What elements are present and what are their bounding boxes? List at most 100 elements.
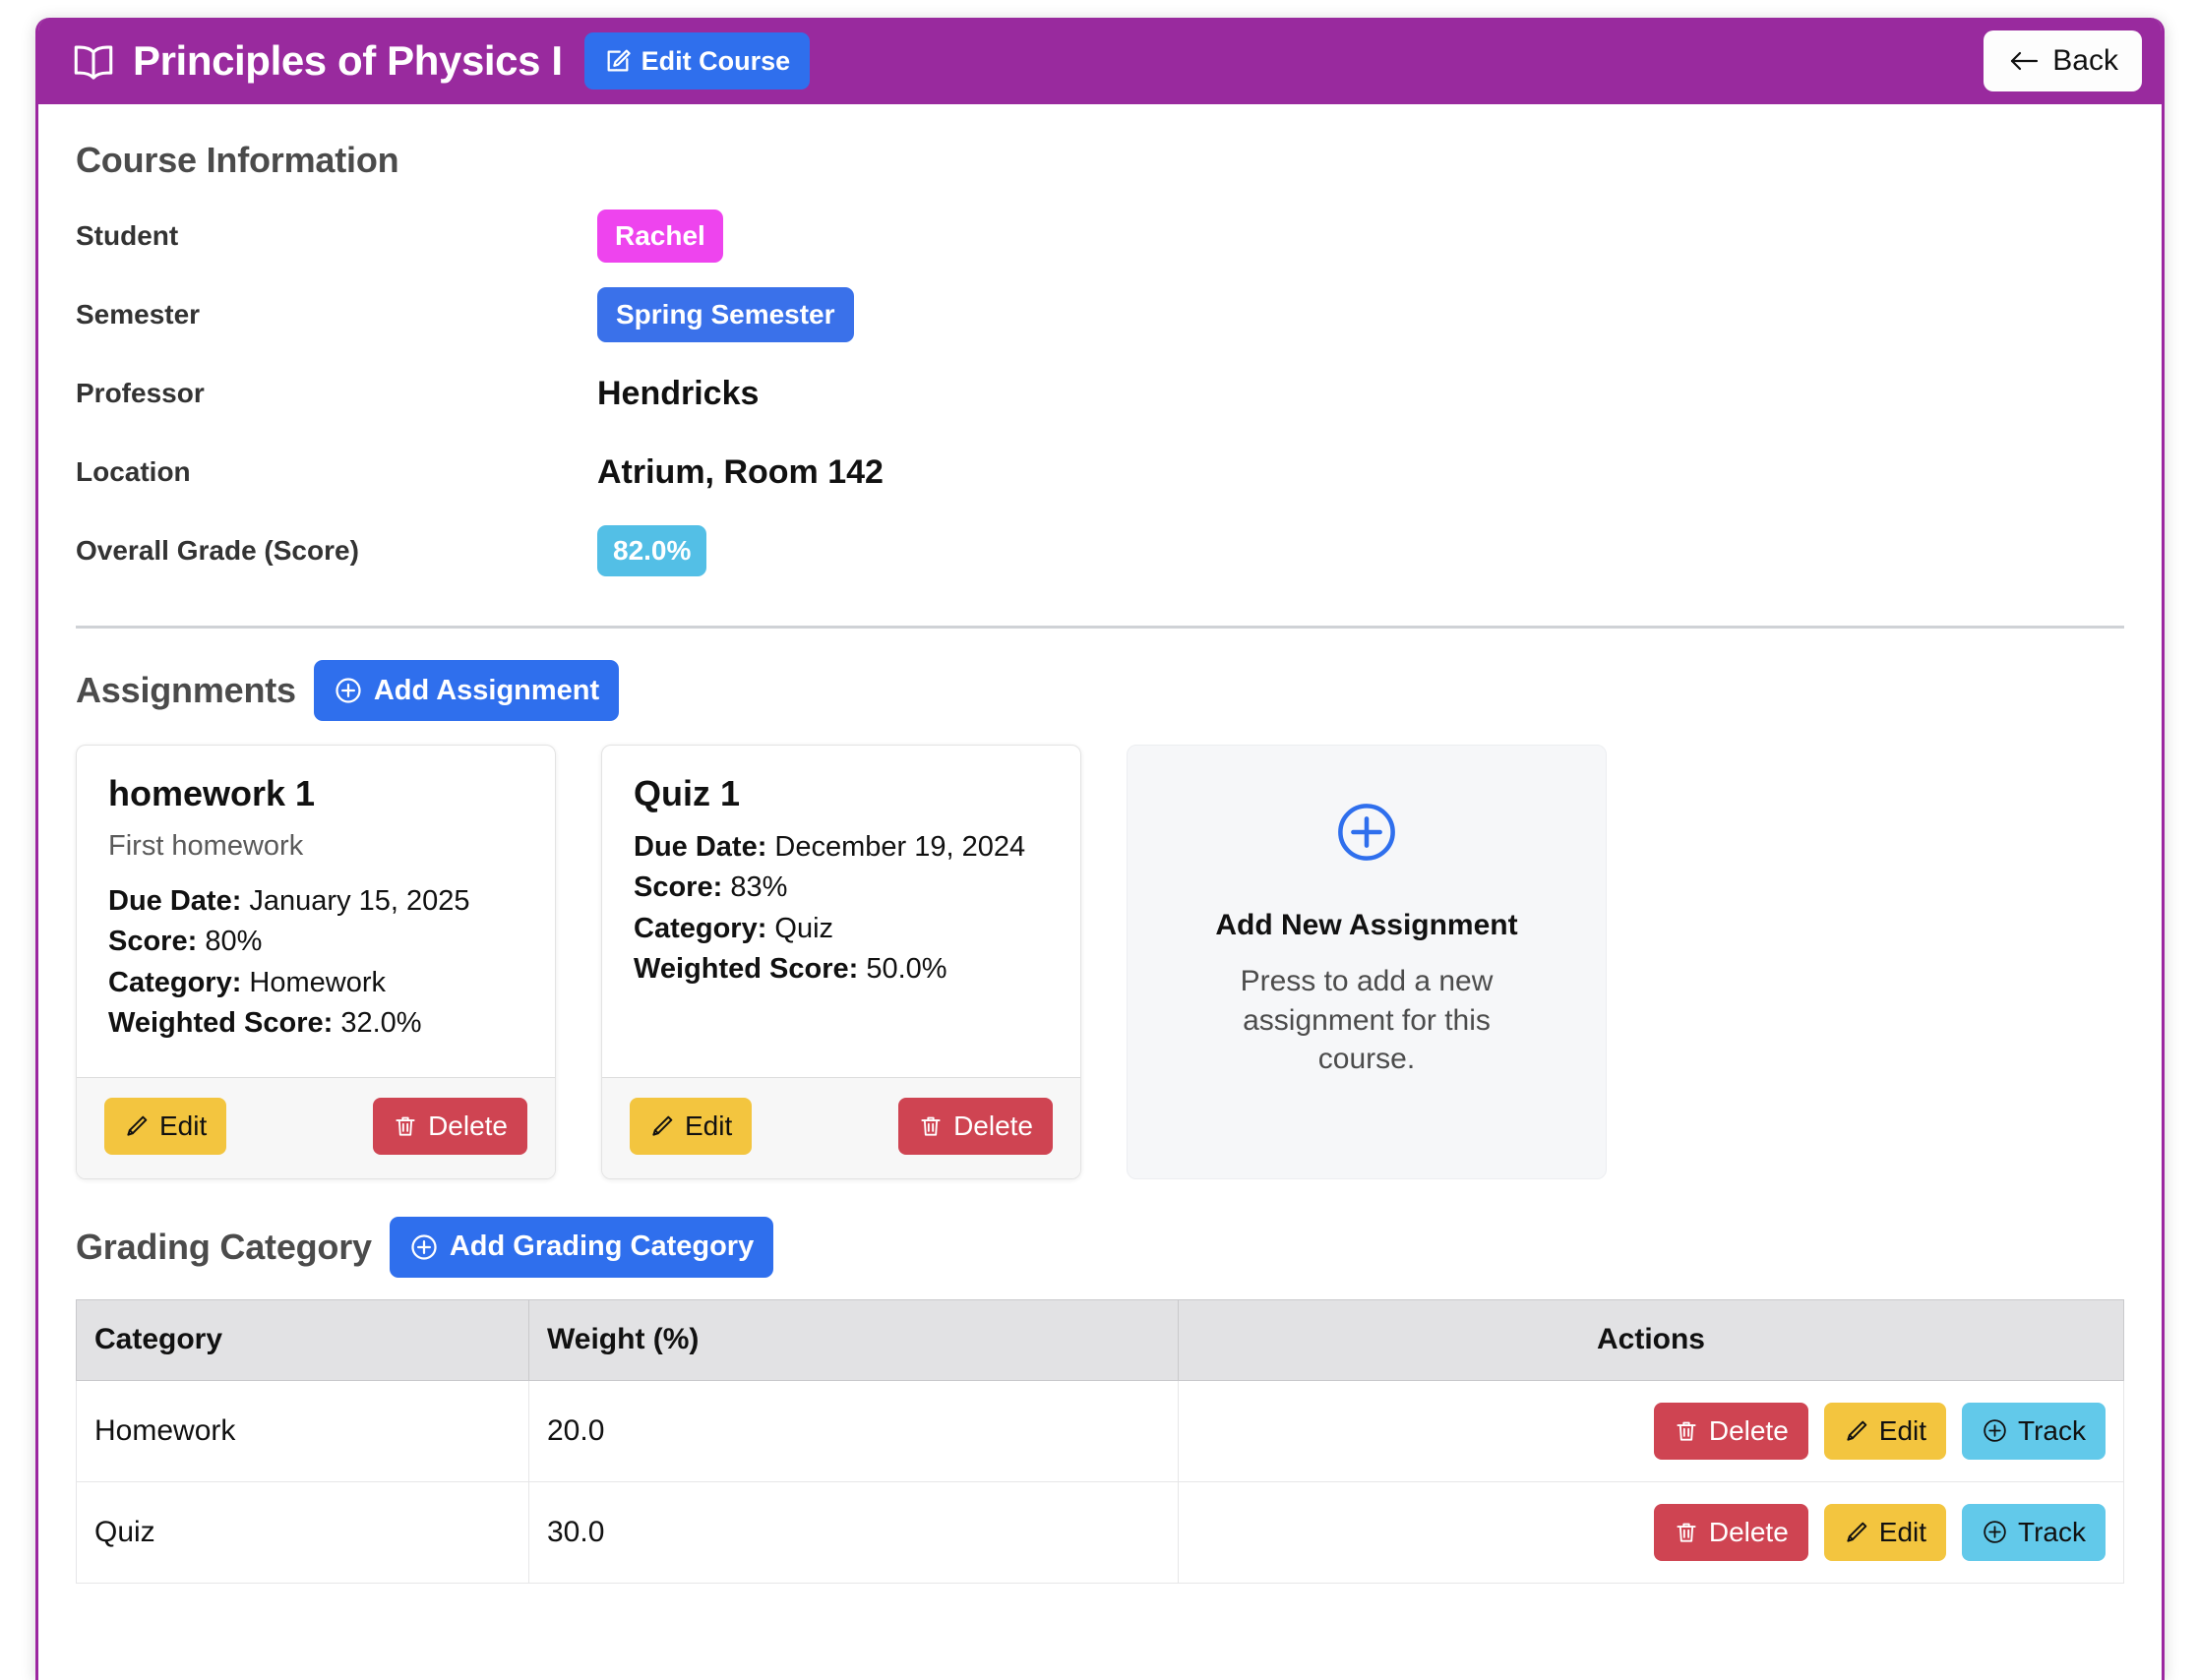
add-new-assignment-title: Add New Assignment [1215, 909, 1518, 941]
assignment-category-line: Category: Homework [108, 966, 523, 1000]
arrow-left-icon [2007, 47, 2041, 75]
grading-table-body: Homework 20.0 Delete Edit Track Quiz 30.… [76, 1379, 2124, 1584]
assignment-card: homework 1 First homework Due Date: Janu… [76, 745, 556, 1179]
assignment-score-line: Score: 80% [108, 925, 523, 959]
info-label-semester: Semester [76, 299, 201, 330]
table-row: Homework 20.0 Delete Edit Track [76, 1379, 2124, 1482]
pencil-icon [124, 1113, 150, 1139]
table-row: Quiz 30.0 Delete Edit Track [76, 1480, 2124, 1584]
column-header-weight: Weight (%) [528, 1298, 1179, 1381]
plus-circle-outline-icon [1333, 799, 1400, 866]
category-delete-button[interactable]: Delete [1653, 1503, 1808, 1561]
trash-icon [1674, 1520, 1699, 1545]
assignment-delete-button[interactable]: Delete [373, 1097, 527, 1155]
cell-weight: 20.0 [528, 1379, 1179, 1482]
overall-grade-badge: 82.0% [597, 525, 707, 576]
grading-category-header-row: Grading Category Add Grading Category [76, 1216, 2124, 1278]
score-value: 80% [205, 926, 263, 958]
plus-circle-icon [1982, 1519, 2008, 1545]
score-value: 83% [730, 871, 788, 904]
assignments-header-row: Assignments Add Assignment [76, 660, 2124, 721]
info-label-location: Location [76, 456, 191, 487]
info-row-student: Student Rachel [76, 197, 2124, 275]
category-track-button[interactable]: Track [1962, 1402, 2106, 1460]
pencil-icon [649, 1113, 675, 1139]
category-label: Category: [108, 966, 242, 998]
grading-table-head: Category Weight (%) Actions [76, 1298, 2124, 1381]
score-label: Score: [634, 871, 723, 904]
title-bar: Principles of Physics I Edit Course Back [38, 18, 2162, 104]
category-delete-button[interactable]: Delete [1653, 1402, 1808, 1460]
info-value-location: Atrium, Room 142 [597, 452, 884, 491]
assignment-delete-label: Delete [428, 1110, 508, 1141]
category-track-label: Track [2018, 1516, 2086, 1547]
assignment-weighted-score-line: Weighted Score: 50.0% [634, 952, 1049, 987]
plus-circle-icon [334, 676, 363, 705]
grading-table-header-row: Category Weight (%) Actions [76, 1298, 2124, 1381]
assignment-card: Quiz 1 Due Date: December 19, 2024 Score… [601, 745, 1081, 1179]
weighted-score-value: 50.0% [866, 953, 947, 986]
category-track-label: Track [2018, 1414, 2086, 1446]
edit-square-pencil-icon [604, 47, 632, 75]
assignment-due-date-line: Due Date: January 15, 2025 [108, 884, 523, 919]
info-value-semester-cell: Spring Semester [597, 275, 2124, 354]
due-date-value: January 15, 2025 [249, 885, 470, 917]
book-icon [72, 42, 115, 80]
course-information-heading: Course Information [76, 140, 399, 180]
grading-category-heading: Grading Category [76, 1226, 372, 1267]
assignment-weighted-score-line: Weighted Score: 32.0% [108, 1006, 523, 1041]
assignment-edit-button[interactable]: Edit [630, 1097, 753, 1155]
info-row-semester: Semester Spring Semester [76, 275, 2124, 354]
category-edit-label: Edit [1878, 1414, 1927, 1446]
cell-actions: Delete Edit Track [1178, 1379, 2124, 1482]
category-edit-label: Edit [1878, 1516, 1927, 1547]
category-track-button[interactable]: Track [1962, 1503, 2106, 1561]
info-row-professor: Professor Hendricks [76, 354, 2124, 433]
page-title: Principles of Physics I [133, 37, 563, 84]
add-assignment-label: Add Assignment [373, 674, 600, 706]
category-delete-label: Delete [1708, 1516, 1789, 1547]
add-new-assignment-subtitle: Press to add a new assignment for this c… [1240, 965, 1494, 1076]
info-row-overall-grade: Overall Grade (Score) 82.0% [76, 511, 2124, 590]
trash-icon [1674, 1418, 1699, 1444]
category-delete-label: Delete [1708, 1414, 1789, 1446]
trash-icon [918, 1113, 944, 1139]
assignment-category-line: Category: Quiz [634, 912, 1049, 946]
assignment-card-body: Quiz 1 Due Date: December 19, 2024 Score… [602, 746, 1080, 1077]
category-value: Homework [249, 966, 387, 998]
add-grading-category-button[interactable]: Add Grading Category [389, 1216, 774, 1278]
info-value-student-cell: Rachel [597, 197, 2124, 275]
assignment-title: Quiz 1 [634, 773, 741, 813]
weighted-score-value: 32.0% [340, 1007, 422, 1040]
score-label: Score: [108, 926, 198, 958]
cell-actions: Delete Edit Track [1178, 1480, 2124, 1584]
assignment-card-footer: Edit Delete [602, 1076, 1080, 1178]
info-label-professor: Professor [76, 378, 205, 408]
assignment-cards-row: homework 1 First homework Due Date: Janu… [76, 745, 2124, 1179]
assignment-card-body: homework 1 First homework Due Date: Janu… [77, 746, 555, 1077]
plus-circle-icon [1982, 1417, 2008, 1444]
category-value: Quiz [774, 912, 834, 944]
section-divider [76, 626, 2124, 629]
assignment-edit-button[interactable]: Edit [104, 1097, 227, 1155]
weighted-score-label: Weighted Score: [108, 1007, 334, 1040]
category-edit-button[interactable]: Edit [1823, 1402, 1947, 1460]
assignment-delete-button[interactable]: Delete [898, 1097, 1053, 1155]
add-grading-category-label: Add Grading Category [449, 1230, 755, 1262]
pencil-icon [1844, 1520, 1869, 1545]
column-header-category: Category [76, 1298, 529, 1381]
category-label: Category: [634, 912, 767, 944]
info-value-overall-grade-cell: 82.0% [597, 511, 2124, 590]
assignment-score-line: Score: 83% [634, 870, 1049, 905]
edit-course-button[interactable]: Edit Course [583, 32, 811, 90]
assignment-delete-label: Delete [953, 1110, 1033, 1141]
row-actions: Delete Edit Track [1196, 1402, 2106, 1460]
back-button[interactable]: Back [1984, 30, 2142, 91]
add-assignment-button[interactable]: Add Assignment [313, 660, 620, 721]
add-new-assignment-card[interactable]: Add New Assignment Press to add a new as… [1127, 745, 1607, 1179]
column-header-actions: Actions [1178, 1298, 2124, 1381]
assignment-due-date-line: Due Date: December 19, 2024 [634, 830, 1049, 865]
due-date-label: Due Date: [108, 885, 242, 917]
edit-course-label: Edit Course [641, 45, 791, 76]
category-edit-button[interactable]: Edit [1823, 1503, 1947, 1561]
